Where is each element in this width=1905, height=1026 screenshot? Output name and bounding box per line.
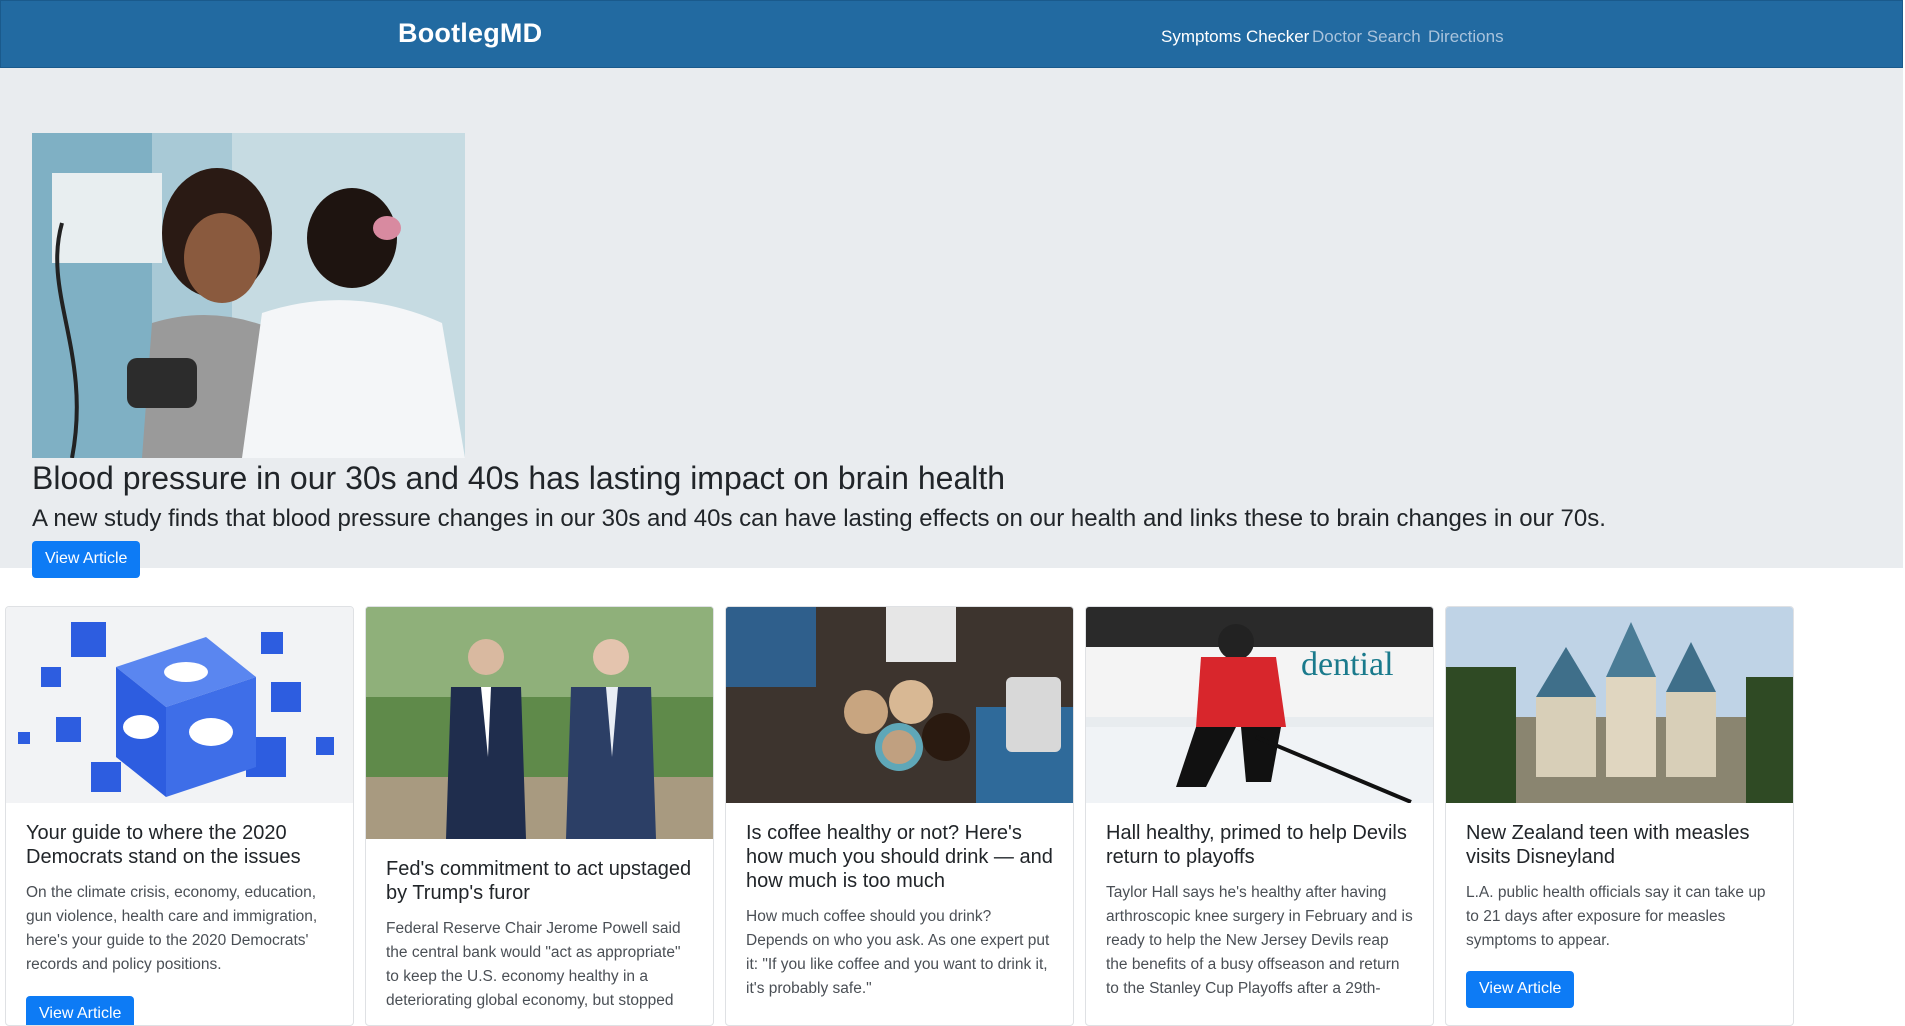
card-text: How much coffee should you drink? Depend…	[746, 908, 1050, 997]
card-view-article-button[interactable]: View Article	[1466, 971, 1575, 1008]
hero-view-article-button[interactable]: View Article	[32, 541, 141, 578]
hero-title: Blood pressure in our 30s and 40s has la…	[32, 460, 1006, 496]
card-text: Federal Reserve Chair Jerome Powell said…	[386, 920, 681, 1009]
nav-doctor-search[interactable]: Doctor Search	[1312, 27, 1421, 47]
article-card: dential Hall healthy, primed to help Dev…	[1085, 606, 1434, 1026]
hero-image	[32, 133, 465, 458]
card-text: L.A. public health officials say it can …	[1466, 884, 1766, 949]
card-title[interactable]: Is coffee healthy or not? Here's how muc…	[746, 821, 1053, 893]
nav-directions[interactable]: Directions	[1428, 27, 1504, 47]
brand-logo[interactable]: BootlegMD	[398, 18, 542, 49]
card-image	[1446, 607, 1793, 803]
card-image	[726, 607, 1073, 803]
card-title[interactable]: Fed's commitment to act upstaged by Trum…	[386, 857, 693, 905]
card-title[interactable]: New Zealand teen with measles visits Dis…	[1466, 821, 1773, 869]
article-card: Your guide to where the 2020 Democrats s…	[5, 606, 354, 1026]
card-text: On the climate crisis, economy, educatio…	[26, 884, 318, 973]
article-card: New Zealand teen with measles visits Dis…	[1445, 606, 1794, 1026]
nav-symptoms-checker[interactable]: Symptoms Checker	[1161, 27, 1309, 47]
card-image	[366, 607, 713, 839]
card-view-article-button[interactable]: View Article	[26, 996, 135, 1025]
article-card: Is coffee healthy or not? Here's how muc…	[725, 606, 1074, 1026]
article-card: Fed's commitment to act upstaged by Trum…	[365, 606, 714, 1026]
card-title[interactable]: Your guide to where the 2020 Democrats s…	[26, 821, 333, 869]
card-title[interactable]: Hall healthy, primed to help Devils retu…	[1106, 821, 1413, 869]
card-image	[6, 607, 353, 803]
svg-text:dential: dential	[1301, 646, 1394, 683]
hero-lead: A new study finds that blood pressure ch…	[32, 505, 1606, 532]
card-image: dential	[1086, 607, 1433, 803]
card-text: Taylor Hall says he's healthy after havi…	[1106, 884, 1413, 997]
navbar: BootlegMD Symptoms Checker Doctor Search…	[0, 0, 1903, 68]
